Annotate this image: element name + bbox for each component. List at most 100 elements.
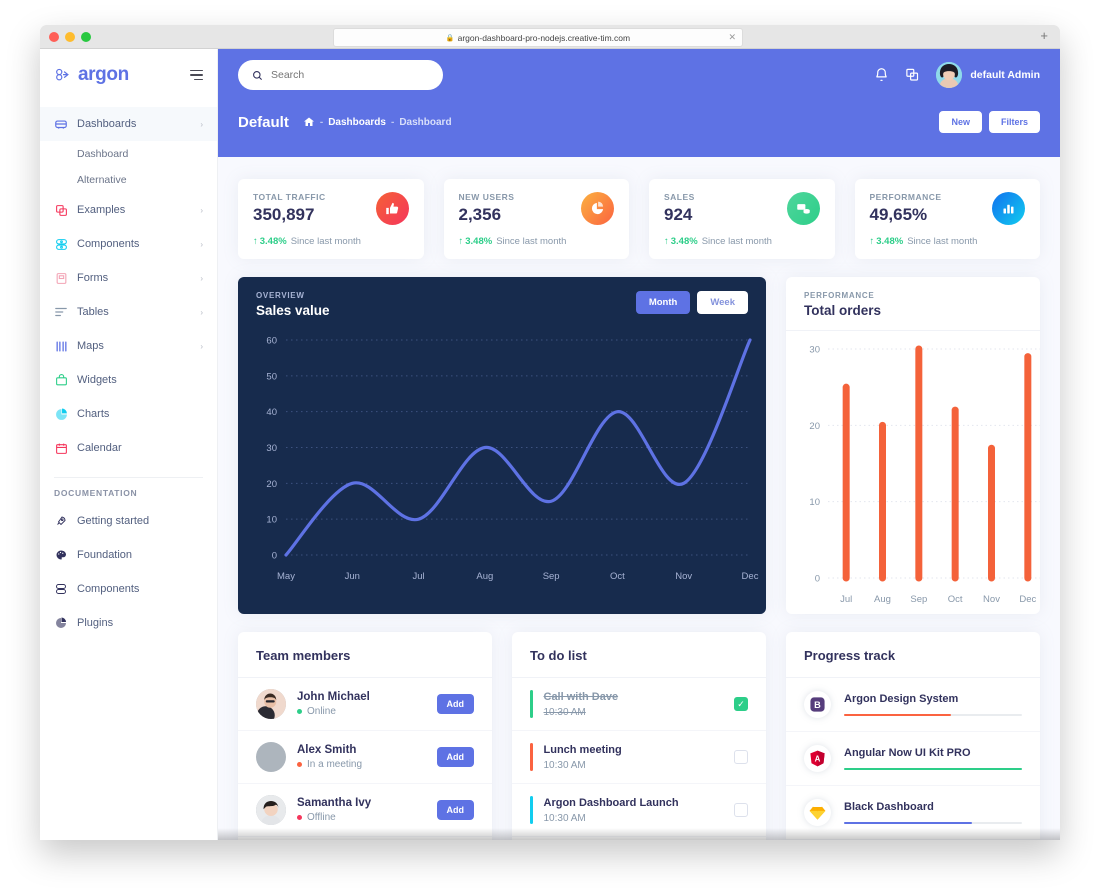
toggle-week[interactable]: Week [697, 291, 748, 314]
member-name: Alex Smith [297, 744, 357, 756]
member-status-label: In a meeting [307, 759, 363, 770]
close-icon[interactable]: ✕ [728, 32, 736, 43]
panel-title: Team members [238, 632, 492, 678]
progress-fill [844, 713, 951, 717]
pie-chart-icon [581, 192, 614, 225]
stat-value: 924 [664, 205, 693, 224]
dashboard-icon [54, 117, 68, 131]
sidebar-subitem-dashboard[interactable]: Dashboard [40, 141, 217, 167]
minimize-window-button[interactable] [65, 31, 75, 42]
stat-caption: Since last month [290, 236, 361, 247]
sidebar-item-getting-started[interactable]: Getting started [40, 504, 217, 538]
sidebar-item-label: Tables [77, 306, 109, 318]
sidebar-item-plugins[interactable]: Plugins [40, 606, 217, 640]
hamburger-icon[interactable] [190, 69, 203, 81]
member-status-label: Online [307, 706, 336, 717]
plus-icon[interactable]: + [1040, 29, 1048, 42]
sales-value-card: OVERVIEW Sales value Month Week 0 10 20 30 4… [238, 277, 766, 614]
arrow-up-icon: ↑ [458, 236, 464, 247]
todo-checkbox[interactable] [734, 803, 748, 817]
bootstrap-icon: B [804, 691, 831, 718]
close-window-button[interactable] [49, 31, 59, 42]
sidebar-item-maps[interactable]: Maps › [40, 329, 217, 363]
todo-checkbox[interactable] [734, 697, 748, 711]
member-status: In a meeting [297, 759, 362, 770]
page-title: Default [238, 113, 289, 131]
lock-icon: 🔒 [445, 34, 455, 42]
sidebar-item-charts[interactable]: Charts [40, 397, 217, 431]
bell-icon[interactable] [874, 67, 889, 83]
stat-delta-value: 3.48% [876, 236, 904, 247]
sidebar-item-components[interactable]: Components › [40, 227, 217, 261]
pie-icon [54, 616, 68, 630]
sidebar-subitem-alternative[interactable]: Alternative [40, 167, 217, 193]
stat-delta-value: 3.48% [670, 236, 698, 247]
list-item: A Angular Now UI Kit PRO [786, 732, 1040, 786]
stat-label: SALES [664, 192, 695, 202]
sidebar-item-label: Components [77, 238, 140, 250]
arrow-up-icon: ↑ [869, 236, 875, 247]
home-icon[interactable] [303, 116, 315, 128]
search-container[interactable] [238, 60, 443, 90]
sidebar-item-label: Forms [77, 272, 109, 284]
maximize-window-button[interactable] [81, 31, 91, 42]
todo-time: 10:30 AM [543, 759, 586, 771]
user-avatar [936, 62, 963, 88]
add-member-button[interactable]: Add [436, 800, 474, 820]
svg-text:Sep: Sep [543, 571, 560, 582]
stat-card-performance: PERFORMANCE 49,65% ↑ 3.48% Since last mo… [854, 179, 1040, 259]
todo-title: Lunch meeting [543, 743, 622, 756]
stat-card-total-traffic: TOTAL TRAFFIC 350,897 ↑ 3.48% Since last… [238, 179, 424, 259]
user-menu[interactable]: default Admin [936, 62, 1040, 88]
todo-title: Argon Dashboard Launch [543, 796, 679, 809]
todo-checkbox[interactable] [734, 750, 748, 764]
chevron-right-icon: › [200, 307, 203, 317]
sidebar-item-label: Dashboards [77, 118, 137, 130]
sidebar-item-foundation[interactable]: Foundation [40, 538, 217, 572]
rocket-icon [54, 514, 68, 528]
browser-tab[interactable]: 🔒 argon-dashboard-pro-nodejs.creative-ti… [333, 28, 743, 47]
progress-track [844, 713, 1022, 717]
avatar [256, 689, 286, 719]
stat-label: NEW USERS [458, 192, 515, 202]
page-viewport: argon Dashboards › Dashboard Alternative… [40, 49, 1060, 840]
chevron-right-icon: › [200, 341, 203, 351]
sidebar-item-forms[interactable]: Forms › [40, 261, 217, 295]
svg-text:Aug: Aug [476, 571, 493, 582]
stat-label: PERFORMANCE [869, 192, 942, 202]
progress-fill [844, 821, 973, 825]
sidebar-item-label: Charts [77, 408, 110, 420]
sidebar-item-widgets[interactable]: Widgets [40, 363, 217, 397]
list-item: Black Dashboard [786, 786, 1040, 840]
total-orders-bar-chart: 0 10 20 30 Jul Aug Sep Oct Nov Dec [809, 345, 1040, 605]
stats-row: TOTAL TRAFFIC 350,897 ↑ 3.48% Since last… [238, 179, 1040, 259]
widgets-icon [54, 373, 68, 387]
project-name: Angular Now UI Kit PRO [844, 746, 971, 759]
window-controls [40, 31, 91, 42]
sidebar-item-doc-components[interactable]: Components [40, 572, 217, 606]
stat-delta: ↑ 3.48% [459, 236, 493, 247]
sidebar-item-tables[interactable]: Tables › [40, 295, 217, 329]
breadcrumb-item-dashboards[interactable]: Dashboards [328, 117, 386, 128]
browser-window: 🔒 argon-dashboard-pro-nodejs.creative-ti… [40, 25, 1060, 840]
filters-button[interactable]: Filters [988, 111, 1040, 133]
stat-card-new-users: NEW USERS 2,356 ↑ 3.48% Since last month [443, 179, 629, 259]
list-item: Lunch meeting 10:30 AM [512, 731, 766, 784]
new-button[interactable]: New [939, 111, 982, 133]
toggle-month[interactable]: Month [635, 291, 691, 314]
svg-text:30: 30 [266, 443, 277, 454]
list-item: Argon Dashboard Launch 10:30 AM [512, 784, 766, 837]
brand-link[interactable]: argon [54, 64, 129, 86]
layers-icon[interactable] [905, 67, 920, 83]
sidebar-brand: argon [40, 49, 217, 101]
tab-url: argon-dashboard-pro-nodejs.creative-tim.… [457, 32, 631, 43]
sidebar-item-calendar[interactable]: Calendar [40, 431, 217, 465]
page-header: Default - Dashboards - Dashboard New Fil… [218, 101, 1060, 143]
add-member-button[interactable]: Add [436, 747, 474, 767]
sidebar-item-examples[interactable]: Examples › [40, 193, 217, 227]
sidebar-item-dashboards[interactable]: Dashboards › [40, 107, 217, 141]
add-member-button[interactable]: Add [436, 694, 474, 714]
charts-icon [54, 407, 68, 421]
search-input[interactable] [271, 69, 411, 81]
avatar [256, 795, 286, 825]
